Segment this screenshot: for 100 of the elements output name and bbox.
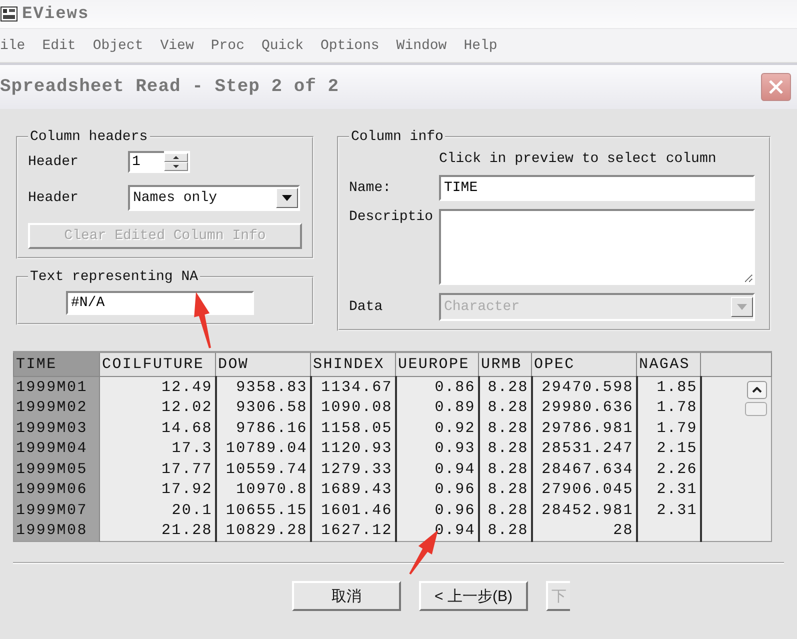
table-cell: 29786.981 <box>532 418 636 438</box>
column-header[interactable]: OPEC <box>532 352 636 376</box>
column-header[interactable]: TIME <box>14 352 100 376</box>
table-cell: 0.93 <box>396 438 478 459</box>
table-cell: 28452.981 <box>532 500 636 520</box>
menu-item[interactable]: Proc <box>210 38 244 54</box>
spin-buttons[interactable] <box>164 151 190 173</box>
caret-icon <box>282 195 292 201</box>
table-cell: 21.28 <box>100 520 216 542</box>
table-cell: 1627.12 <box>310 520 396 542</box>
field-label: Data <box>349 299 384 315</box>
hint-text: Click in preview to select column <box>439 151 718 167</box>
menu-item[interactable]: Edit <box>42 38 76 54</box>
table-cell: 29470.598 <box>532 376 636 398</box>
table-cell: 10829.28 <box>216 520 310 542</box>
table-cell: 1689.43 <box>310 480 396 500</box>
table-cell: 0.96 <box>396 500 478 520</box>
menu-item[interactable]: ile <box>0 38 26 54</box>
close-button[interactable] <box>761 73 791 101</box>
table-cell: 17.77 <box>100 459 216 480</box>
close-icon <box>768 79 784 95</box>
table-cell: 8.28 <box>478 459 532 480</box>
dialog-button[interactable]: 取消 <box>292 581 401 611</box>
text-area[interactable] <box>439 209 755 285</box>
column-header[interactable]: NAGAS <box>636 352 700 376</box>
menu-item[interactable]: Object <box>92 38 144 54</box>
table-cell: 8.28 <box>478 500 532 520</box>
table-cell: 1134.67 <box>310 376 396 398</box>
scroll-up-button[interactable] <box>747 381 767 399</box>
column-header[interactable]: URMB <box>478 352 532 376</box>
table-cell: 2.31 <box>636 480 700 500</box>
column-header[interactable]: SHINDEX <box>310 352 396 376</box>
field-label: Name: <box>349 180 392 196</box>
input-field[interactable]: #N/A <box>66 291 254 315</box>
table-cell: 1120.93 <box>310 438 396 459</box>
dialog-button[interactable]: < 上一步(B) <box>419 581 528 611</box>
scrollbar-thumb[interactable] <box>745 402 767 416</box>
up-arrow-icon <box>173 156 179 159</box>
table-cell: 1999M03 <box>14 418 100 438</box>
table-cell: 1090.08 <box>310 398 396 418</box>
down-arrow-icon <box>173 165 179 168</box>
column-header[interactable]: UEUROPE <box>396 352 478 376</box>
group-title: Column headers <box>29 129 149 145</box>
menu-item[interactable]: Window <box>396 38 447 54</box>
table-cell: 1.78 <box>636 398 700 418</box>
field-label: Header <box>28 154 80 170</box>
table-cell: 1999M07 <box>14 500 100 520</box>
spin-down-button[interactable] <box>164 162 188 171</box>
table-cell: 10655.15 <box>216 500 310 520</box>
caret-icon <box>737 304 747 310</box>
field-label: Descriptio <box>349 209 434 225</box>
table-cell: 14.68 <box>100 418 216 438</box>
table-cell: 9358.83 <box>216 376 310 398</box>
menu-item[interactable]: View <box>160 38 194 54</box>
table-cell: 28 <box>532 520 636 542</box>
table-cell: 1.85 <box>636 376 700 398</box>
table-cell: 28467.634 <box>532 459 636 480</box>
table-cell: 29980.636 <box>532 398 636 418</box>
column-header[interactable]: DOW <box>216 352 310 376</box>
table-cell: 8.28 <box>478 398 532 418</box>
table-cell: 0.96 <box>396 480 478 500</box>
table-cell: 8.28 <box>478 480 532 500</box>
group-title: Text representing NA <box>29 269 200 285</box>
input-field[interactable]: TIME <box>439 175 755 201</box>
menu-item[interactable]: Options <box>320 38 380 54</box>
table-cell: 20.1 <box>100 500 216 520</box>
table-cell: 0.92 <box>396 418 478 438</box>
annotation-arrow <box>194 292 211 348</box>
table-cell: 9306.58 <box>216 398 310 418</box>
table-cell: 1999M06 <box>14 480 100 500</box>
table-cell: 8.28 <box>478 438 532 459</box>
menu-item[interactable]: Quick <box>261 38 304 54</box>
dropdown-field[interactable]: Names only <box>128 185 300 211</box>
table-cell: 0.86 <box>396 376 478 398</box>
app-title: EViews <box>22 4 90 24</box>
table-cell: 1999M02 <box>14 398 100 418</box>
table-cell: 17.3 <box>100 438 216 459</box>
dialog-title: Spreadsheet Read - Step 2 of 2 <box>0 77 340 97</box>
table-cell: 1999M01 <box>14 376 100 398</box>
table-cell: 12.02 <box>100 398 216 418</box>
input-field[interactable]: 1 <box>128 151 164 173</box>
dropdown-button[interactable] <box>276 188 298 208</box>
table-cell: 1279.33 <box>310 459 396 480</box>
table-cell: 28531.247 <box>532 438 636 459</box>
table-cell: 2.31 <box>636 500 700 520</box>
caret-icon <box>752 387 762 393</box>
column-header[interactable]: COILFUTURE <box>100 352 216 376</box>
table-cell: 17.92 <box>100 480 216 500</box>
table-cell: 1999M08 <box>14 520 100 542</box>
menu-item[interactable]: Help <box>464 38 498 54</box>
table-cell: 1999M05 <box>14 459 100 480</box>
table-cell: 1999M04 <box>14 438 100 459</box>
table-cell: 8.28 <box>478 376 532 398</box>
field-label: Header <box>28 190 80 206</box>
table-cell: 8.28 <box>478 418 532 438</box>
table-cell: 2.26 <box>636 459 700 480</box>
app-icon <box>0 5 18 23</box>
table-cell: 8.28 <box>478 520 532 542</box>
spin-up-button[interactable] <box>164 153 188 162</box>
table-cell: 1.79 <box>636 418 700 438</box>
